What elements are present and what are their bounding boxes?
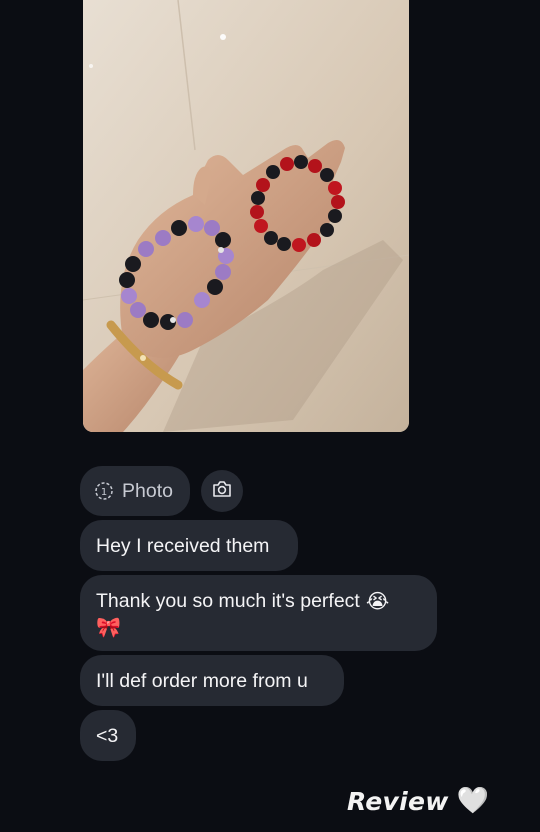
message-text: <3 (96, 724, 119, 747)
ribbon-emoji: 🎀 (96, 615, 121, 639)
camera-icon (212, 480, 232, 503)
message-bubble[interactable]: Hey I received them (80, 520, 298, 571)
message-bubble[interactable]: Thank you so much it's perfect 😭 🎀 (80, 575, 437, 651)
crying-emoji: 😭 (365, 589, 390, 613)
review-caption-text: Review (347, 786, 449, 816)
view-once-icon: 1 (94, 481, 114, 501)
message-bubble[interactable]: <3 (80, 710, 136, 761)
svg-text:1: 1 (101, 487, 107, 498)
message-bubble[interactable]: I'll def order more from u (80, 655, 344, 706)
message-text: Hey I received them (96, 534, 270, 557)
shared-photo[interactable] (83, 0, 409, 432)
message-text: I'll def order more from u (96, 669, 308, 692)
photo-pill-label: Photo (122, 480, 173, 502)
message-text: Thank you so much it's perfect (96, 590, 360, 612)
white-heart-icon: 🤍 (456, 786, 490, 816)
view-once-photo-pill[interactable]: 1 Photo (80, 466, 190, 516)
review-caption: Review 🤍 (347, 786, 489, 816)
camera-button[interactable] (201, 470, 243, 512)
bracelet-photo-image (83, 0, 409, 432)
